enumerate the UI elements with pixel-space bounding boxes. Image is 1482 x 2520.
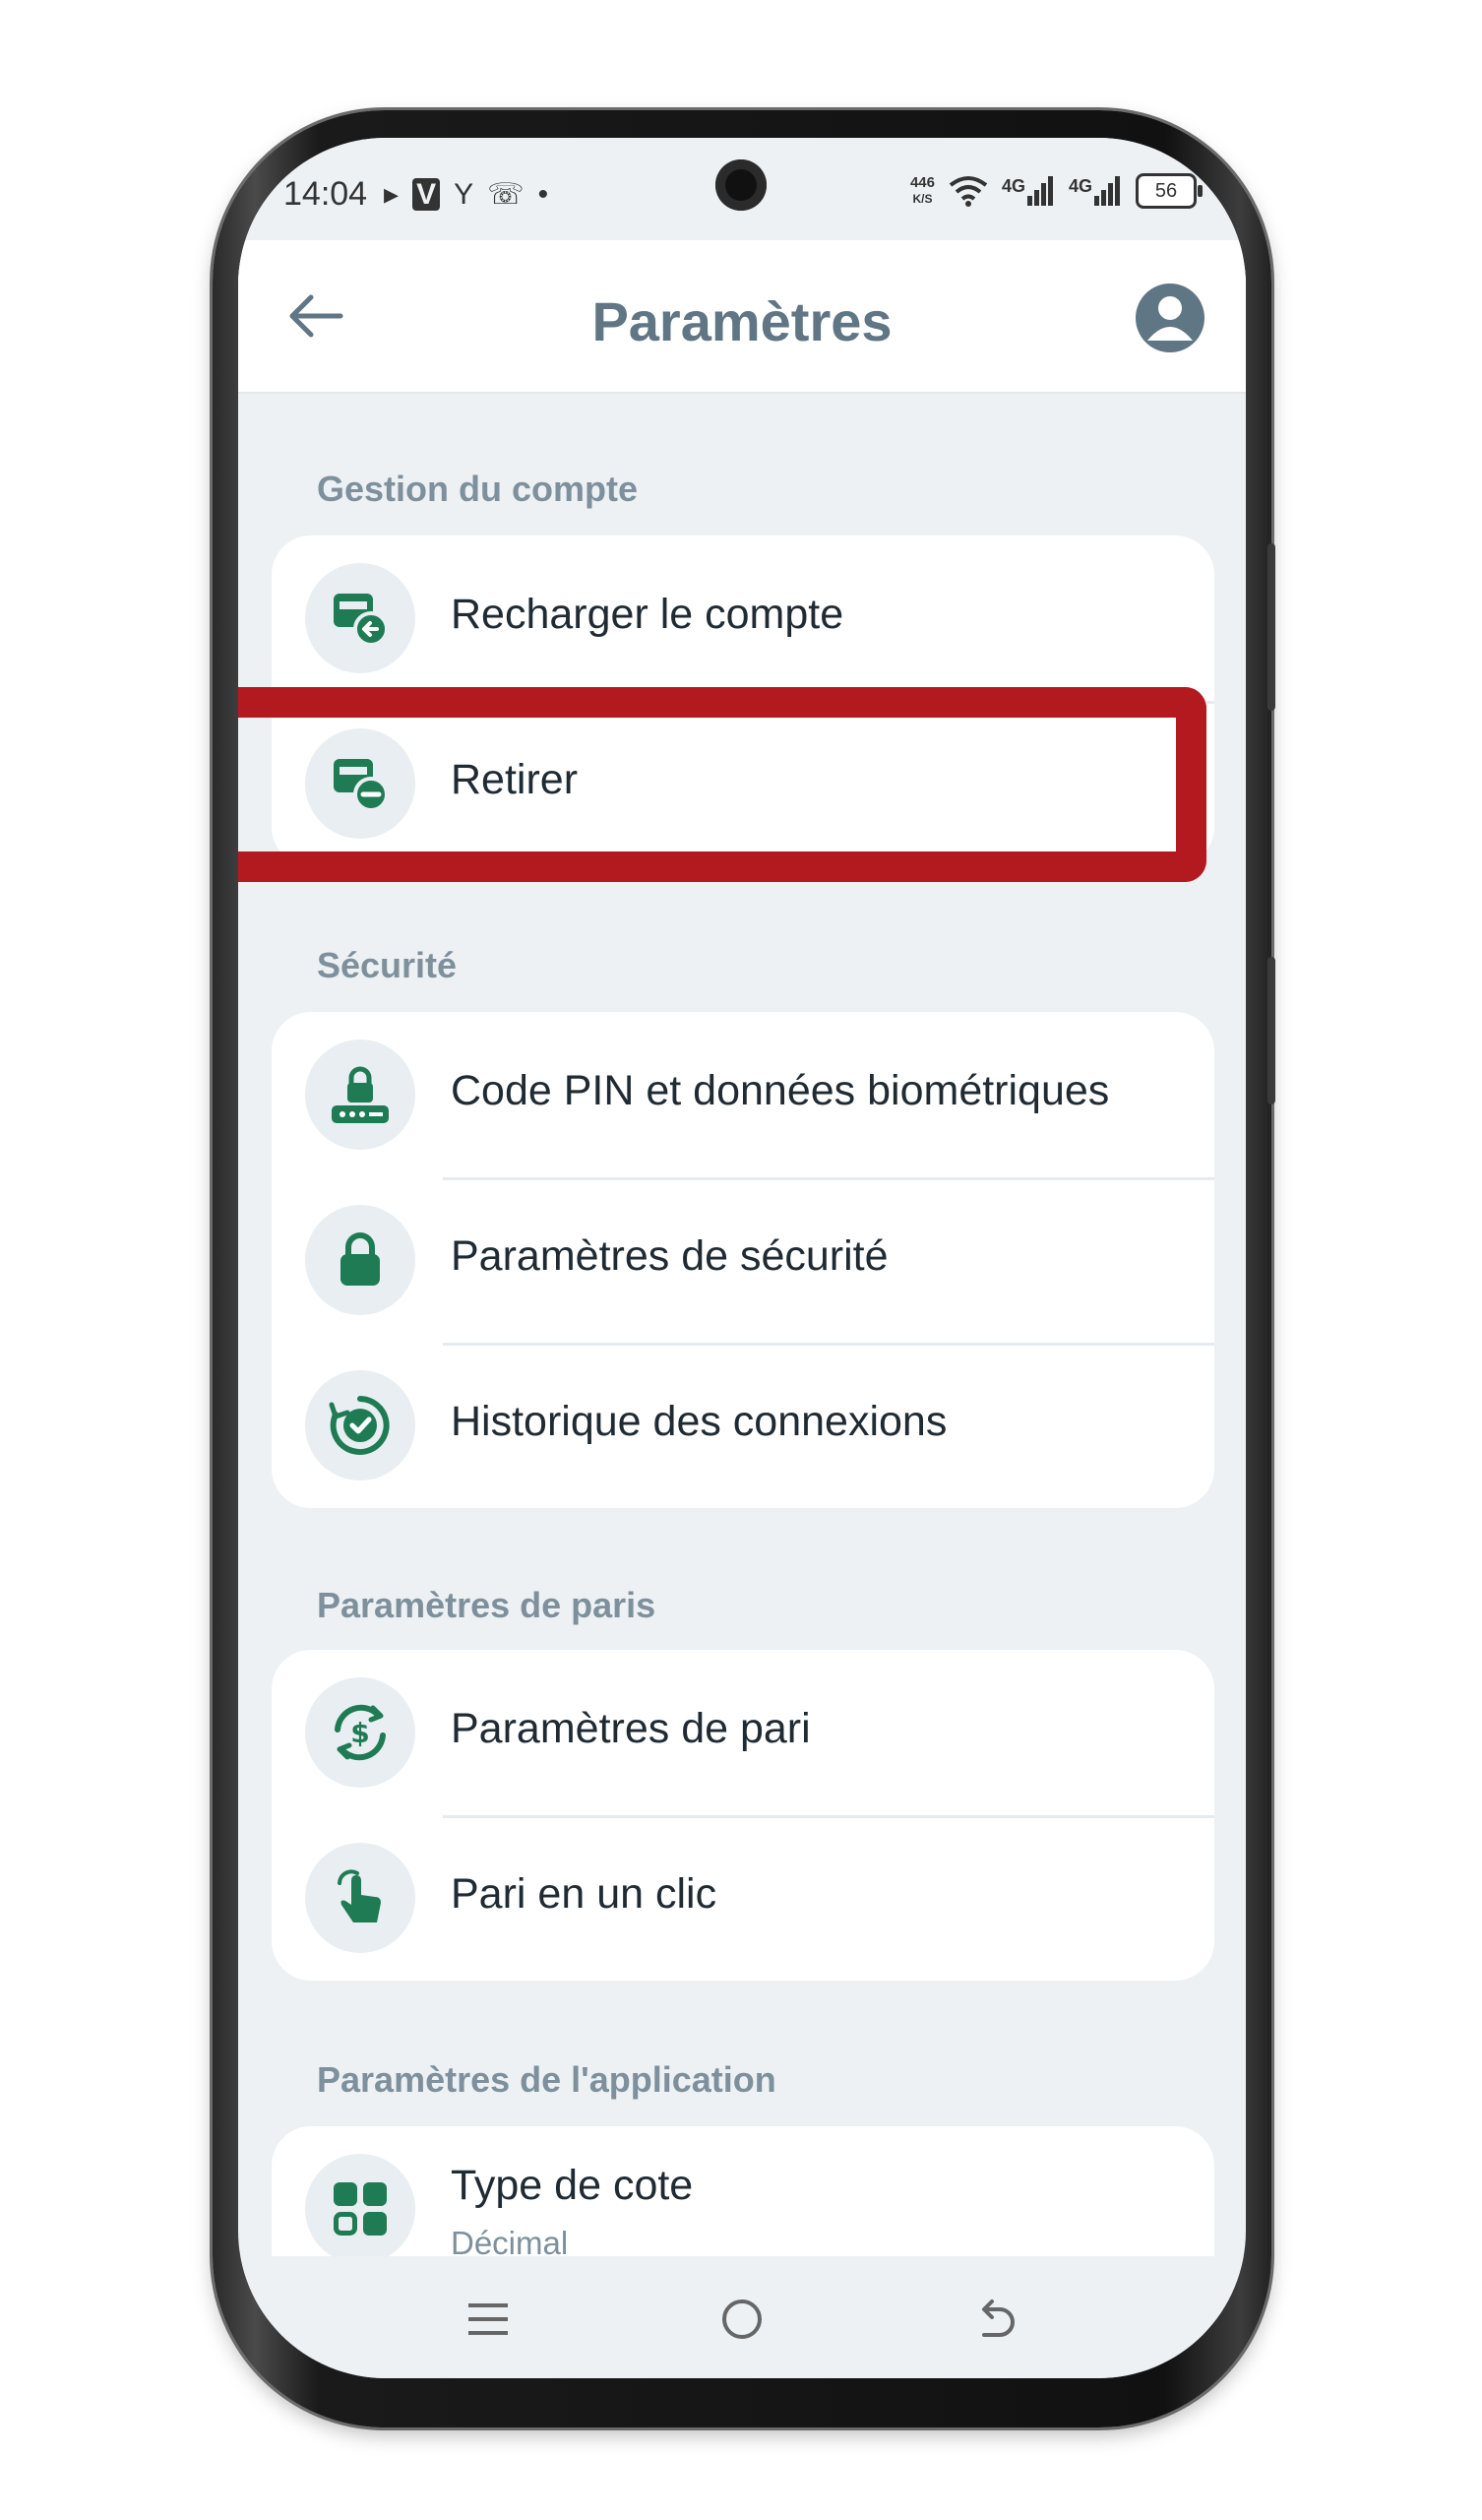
wifi-icon: [949, 176, 988, 207]
settings-item-security[interactable]: Paramètres de sécurité: [272, 1177, 1214, 1343]
phone-screen: 14:04 ▸ V Y☏• 446 K/S 4G 4G 56 Paramètre…: [238, 138, 1246, 2378]
front-camera: [715, 159, 767, 211]
item-label: Type de cote: [451, 2162, 694, 2209]
system-nav-bar: [238, 2256, 1246, 2378]
user-avatar-icon: [1147, 296, 1193, 341]
signal-bars-icon: [1094, 176, 1120, 206]
tap-hand-icon: [338, 1869, 381, 1922]
security-card: Code PIN et données biométriques Paramèt…: [272, 1012, 1214, 1508]
v-app-icon: V: [412, 178, 441, 211]
power-button: [1267, 957, 1275, 1104]
icon-container: [305, 2154, 415, 2264]
item-label: Code PIN et données biométriques: [451, 1067, 1110, 1114]
icon-container: $: [305, 1677, 415, 1788]
settings-item-pin[interactable]: Code PIN et données biométriques: [272, 1012, 1214, 1177]
nav-back-button[interactable]: [966, 2290, 1025, 2349]
settings-item-one-click[interactable]: Pari en un clic: [272, 1815, 1214, 1981]
history-check-icon: [329, 1396, 390, 1455]
network-speed: 446 K/S: [910, 175, 935, 207]
signal-bars-icon: [1026, 176, 1053, 206]
signal-1-label: 4G: [1001, 176, 1025, 196]
dot-icon: •: [537, 178, 563, 211]
settings-item-history[interactable]: Historique des connexions: [272, 1343, 1214, 1508]
settings-item-bet-settings[interactable]: $ Paramètres de pari: [272, 1650, 1214, 1815]
section-title-account: Gestion du compte: [317, 469, 639, 509]
item-label: Pari en un clic: [451, 1870, 717, 1918]
highlight-annotation: [238, 687, 1206, 882]
yandex-icon: Y: [454, 178, 488, 211]
icon-container: [305, 1040, 415, 1150]
speed-unit: K/S: [912, 192, 933, 206]
icon-container: [305, 1843, 415, 1953]
nav-home-button[interactable]: [712, 2290, 772, 2349]
lock-icon: [340, 1232, 380, 1286]
home-circle-icon: [722, 2300, 762, 2339]
settings-item-recharge[interactable]: Recharger le compte: [272, 536, 1214, 701]
whatsapp-icon: ☏: [487, 178, 538, 211]
pin-lock-icon: [332, 1066, 389, 1123]
status-time: 14:04: [283, 175, 368, 213]
back-icon: [982, 2300, 1015, 2337]
dollar-refresh-icon: $: [335, 1704, 386, 1761]
menu-icon: [468, 2303, 508, 2335]
app-header: Paramètres: [238, 240, 1246, 392]
profile-button[interactable]: [1136, 284, 1204, 352]
signal-2: 4G: [1069, 176, 1122, 206]
speed-value: 446: [909, 174, 935, 191]
volume-button: [1267, 543, 1275, 711]
status-right: 446 K/S 4G 4G 56: [910, 169, 1203, 213]
svg-text:$: $: [350, 1717, 369, 1749]
page-title: Paramètres: [591, 290, 893, 352]
section-title-app: Paramètres de l'application: [317, 2059, 776, 2100]
icon-container: [305, 1205, 415, 1315]
grid-apps-icon: [334, 2182, 387, 2236]
section-title-betting: Paramètres de paris: [317, 1585, 656, 1625]
battery-indicator: 56: [1136, 173, 1203, 209]
icon-container: [305, 563, 415, 673]
item-label: Historique des connexions: [451, 1398, 948, 1445]
notification-icons: ▸ V Y☏•: [384, 177, 562, 212]
icon-container: [305, 1370, 415, 1480]
bing-icon: ▸: [384, 178, 413, 211]
signal-1: 4G: [1002, 176, 1055, 206]
status-bar: 14:04 ▸ V Y☏• 446 K/S 4G 4G 56: [238, 138, 1246, 240]
betting-card: $ Paramètres de pari Pari en un clic: [272, 1650, 1214, 1981]
section-title-security: Sécurité: [317, 945, 458, 985]
item-label: Recharger le compte: [451, 591, 844, 638]
wallet-deposit-icon: [334, 594, 389, 647]
nav-menu-button[interactable]: [459, 2290, 518, 2349]
item-label: Paramètres de sécurité: [451, 1232, 889, 1280]
item-label: Paramètres de pari: [451, 1705, 811, 1752]
signal-2-label: 4G: [1068, 176, 1092, 196]
